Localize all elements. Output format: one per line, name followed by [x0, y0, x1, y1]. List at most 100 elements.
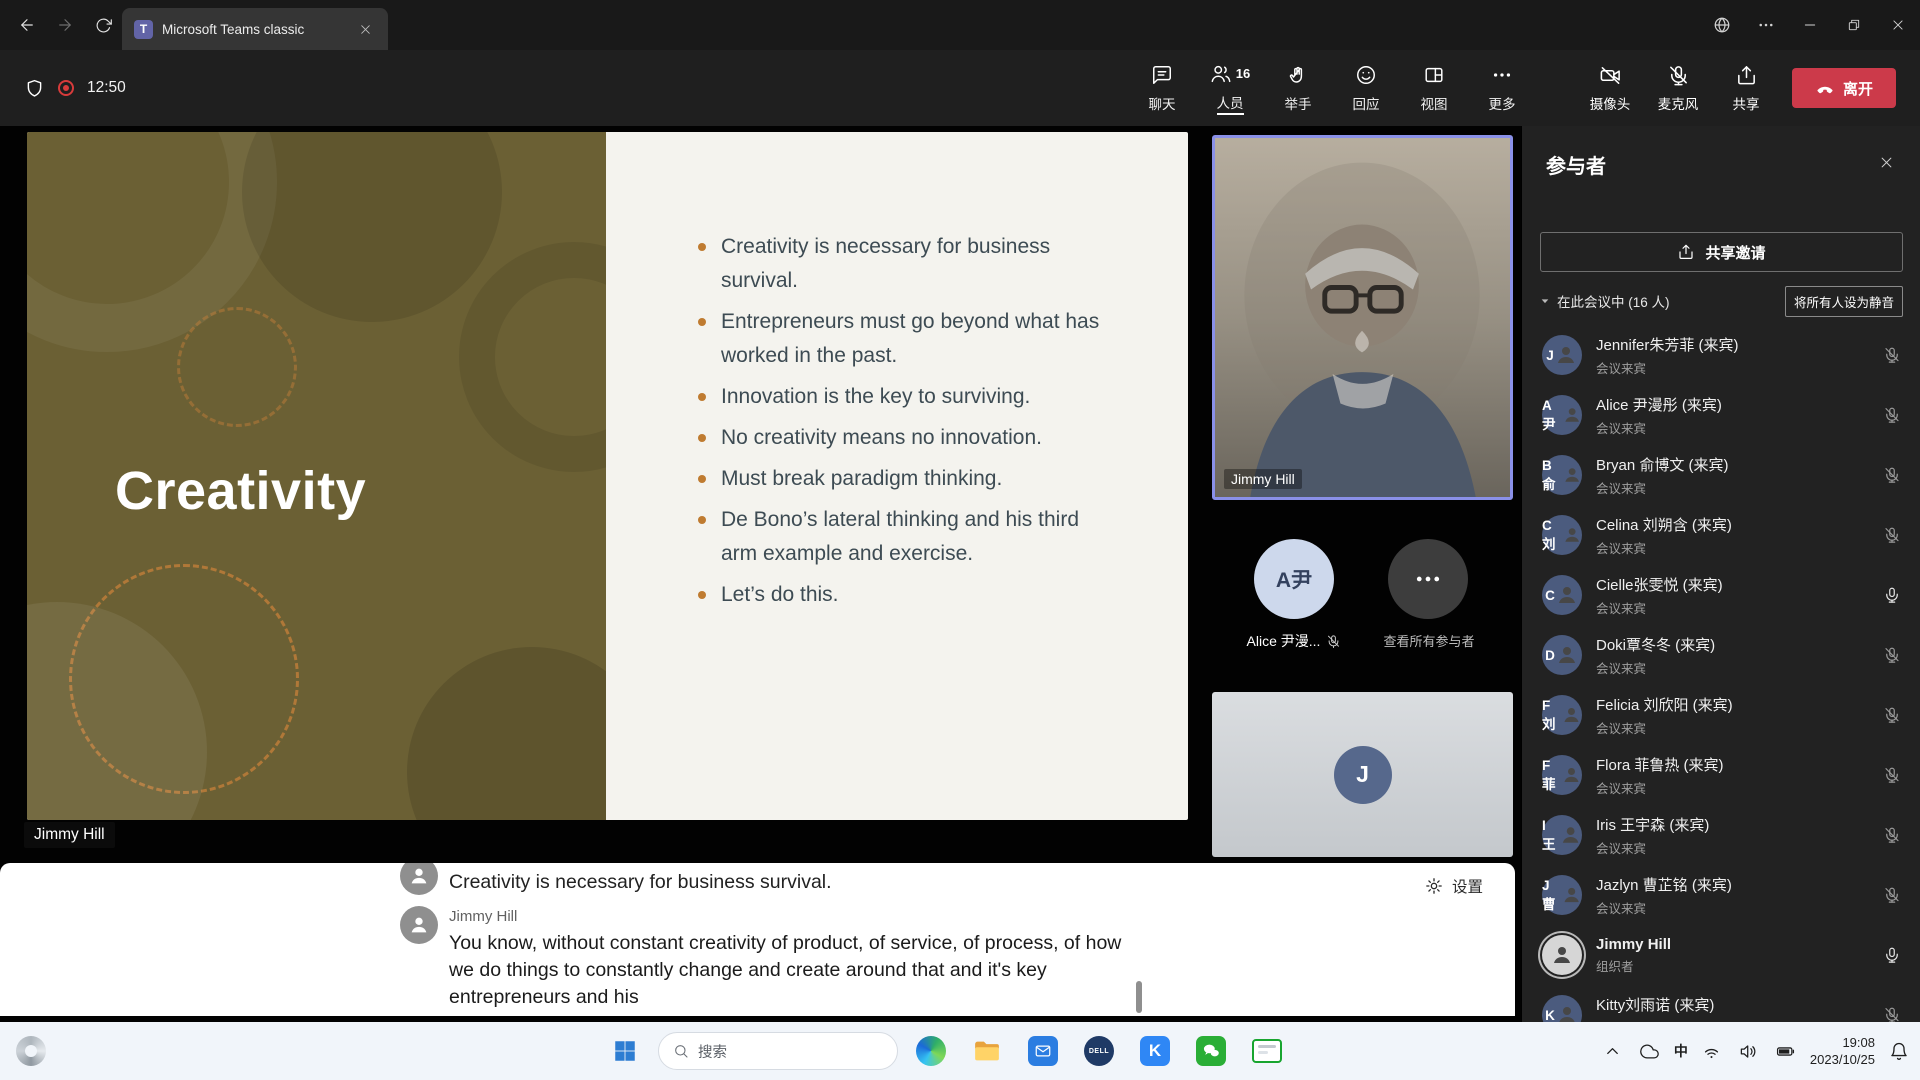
participant-row[interactable]: B俞 Bryan 俞博文 (来宾) 会议来宾	[1522, 445, 1920, 505]
tray-clock[interactable]: 19:08 2023/10/25	[1810, 1034, 1875, 1068]
caption-scrollbar[interactable]	[1136, 981, 1142, 1013]
participant-mic-icon[interactable]	[1883, 346, 1901, 364]
toolbar-devices: 摄像头 麦克风 共享 离开	[1578, 50, 1896, 126]
mic-toggle[interactable]: 麦克风	[1646, 50, 1710, 126]
share-button[interactable]: 共享	[1714, 50, 1778, 126]
participant-row[interactable]: F菲 Flora 菲鲁热 (来宾) 会议来宾	[1522, 745, 1920, 805]
toolbar-more[interactable]: 更多	[1468, 50, 1536, 126]
participant-avatar: F菲	[1542, 755, 1582, 795]
wifi-icon[interactable]	[1699, 1038, 1725, 1064]
more-menu-icon[interactable]	[1744, 0, 1788, 50]
participant-mic-icon[interactable]	[1883, 766, 1901, 784]
participant-mic-icon[interactable]	[1883, 406, 1901, 424]
close-icon[interactable]	[1876, 0, 1920, 50]
participant-row[interactable]: Jimmy Hill 组织者	[1522, 925, 1920, 985]
participant-mic-icon[interactable]	[1883, 526, 1901, 544]
notification-bell-icon[interactable]	[1886, 1038, 1912, 1064]
taskbar-search[interactable]: 搜索	[658, 1032, 898, 1070]
slide-accent-panel: Creativity	[27, 132, 606, 820]
toolbar-view[interactable]: 视图	[1400, 50, 1468, 126]
shield-icon	[24, 78, 45, 99]
live-captions-panel: Creativity is necessary for business sur…	[0, 863, 1515, 1016]
participant-role: 会议来宾	[1596, 658, 1715, 677]
participant-avatar	[1542, 935, 1582, 975]
participant-row[interactable]: F刘 Felicia 刘欣阳 (来宾) 会议来宾	[1522, 685, 1920, 745]
audio-participants-row: A尹 Alice 尹漫... 查看所有参与者	[1212, 539, 1513, 664]
participants-panel: 参与者 共享邀请 在此会议中 (16 人) 将所有人设为静音 J Jennife	[1521, 126, 1920, 1022]
corner-widget-icon[interactable]	[16, 1036, 46, 1066]
tray-date: 2023/10/25	[1810, 1051, 1875, 1068]
person-icon	[1562, 403, 1582, 427]
slide-bullet: Creativity is necessary for business sur…	[694, 230, 1118, 298]
participant-name: Felicia 刘欣阳 (来宾)	[1596, 694, 1733, 715]
hidden-icons-chevron[interactable]	[1600, 1038, 1626, 1064]
onedrive-cloud-icon[interactable]	[1637, 1038, 1663, 1064]
person-icon	[1562, 523, 1582, 547]
file-explorer-icon[interactable]	[964, 1028, 1010, 1074]
participant-mic-icon[interactable]	[1883, 946, 1901, 964]
participant-mic-icon[interactable]	[1883, 886, 1901, 904]
participant-row[interactable]: A尹 Alice 尹漫彤 (来宾) 会议来宾	[1522, 385, 1920, 445]
participant-avatar: J	[1542, 335, 1582, 375]
person-icon	[1555, 643, 1579, 667]
caption-settings-button[interactable]: 设置	[1424, 875, 1483, 897]
video-tile-jennifer[interactable]: J	[1212, 692, 1513, 857]
leave-button[interactable]: 离开	[1792, 68, 1896, 108]
in-meeting-section: 在此会议中 (16 人) 将所有人设为静音	[1540, 286, 1903, 316]
back-icon[interactable]	[8, 7, 46, 43]
share-invite-button[interactable]: 共享邀请	[1540, 232, 1903, 272]
participant-mic-icon[interactable]	[1883, 586, 1901, 604]
participant-name: Flora 菲鲁热 (来宾)	[1596, 754, 1724, 775]
minimize-icon[interactable]	[1788, 0, 1832, 50]
forward-icon[interactable]	[46, 7, 84, 43]
participant-row[interactable]: K Kitty刘雨诺 (来宾) 会议来宾	[1522, 985, 1920, 1022]
edge-browser-icon[interactable]	[908, 1028, 954, 1074]
wechat-app-icon[interactable]	[1188, 1028, 1234, 1074]
participant-avatar: D	[1542, 635, 1582, 675]
participant-row[interactable]: J曹 Jazlyn 曹芷铭 (来宾) 会议来宾	[1522, 865, 1920, 925]
person-icon	[1550, 943, 1574, 967]
participant-row[interactable]: D Doki覃冬冬 (来宾) 会议来宾	[1522, 625, 1920, 685]
participant-name: Doki覃冬冬 (来宾)	[1596, 634, 1715, 655]
restore-icon[interactable]	[1832, 0, 1876, 50]
participant-avatar: J曹	[1542, 875, 1582, 915]
battery-icon[interactable]	[1773, 1038, 1799, 1064]
k-app-icon[interactable]: K	[1132, 1028, 1178, 1074]
participant-row[interactable]: I王 Iris 王宇森 (来宾) 会议来宾	[1522, 805, 1920, 865]
participant-row[interactable]: J Jennifer朱芳菲 (来宾) 会议来宾	[1522, 325, 1920, 385]
toolbar-raise-hand[interactable]: 举手	[1264, 50, 1332, 126]
video-tile-jimmy[interactable]: Jimmy Hill	[1212, 135, 1513, 500]
chevron-down-icon[interactable]	[1540, 296, 1550, 306]
toolbar-react[interactable]: 回应	[1332, 50, 1400, 126]
participant-mic-icon[interactable]	[1883, 646, 1901, 664]
ime-indicator[interactable]: 中	[1674, 1041, 1688, 1061]
avatar-alice-label: Alice 尹漫...	[1218, 631, 1370, 651]
view-all-participants-label: 查看所有参与者	[1353, 631, 1505, 650]
dell-app-icon[interactable]: DELL	[1076, 1028, 1122, 1074]
browser-tab[interactable]: T Microsoft Teams classic	[122, 8, 388, 50]
globe-icon[interactable]	[1700, 0, 1744, 50]
participant-mic-icon[interactable]	[1883, 706, 1901, 724]
camera-toggle[interactable]: 摄像头	[1578, 50, 1642, 126]
participant-mic-icon[interactable]	[1883, 826, 1901, 844]
panel-close-icon[interactable]	[1872, 148, 1900, 176]
toolbar-chat[interactable]: 聊天	[1128, 50, 1196, 126]
screen-share-app-icon[interactable]	[1244, 1028, 1290, 1074]
tab-close-icon[interactable]	[354, 18, 376, 40]
participant-row[interactable]: C Cielle张雯悦 (来宾) 会议来宾	[1522, 565, 1920, 625]
refresh-icon[interactable]	[84, 7, 122, 43]
view-all-participants-button[interactable]	[1388, 539, 1468, 619]
toolbar-people[interactable]: 16 人员	[1196, 50, 1264, 126]
participant-mic-icon[interactable]	[1883, 466, 1901, 484]
mail-app-icon[interactable]	[1020, 1028, 1066, 1074]
smiley-icon	[1355, 64, 1377, 86]
participant-name: Iris 王宇森 (来宾)	[1596, 814, 1709, 835]
participant-list: J Jennifer朱芳菲 (来宾) 会议来宾 A尹	[1522, 325, 1920, 1022]
participant-mic-icon[interactable]	[1883, 1006, 1901, 1022]
start-button[interactable]	[602, 1028, 648, 1074]
volume-icon[interactable]	[1736, 1038, 1762, 1064]
camera-off-icon	[1599, 64, 1622, 87]
mute-all-button[interactable]: 将所有人设为静音	[1785, 286, 1903, 317]
avatar-alice[interactable]: A尹	[1254, 539, 1334, 619]
participant-row[interactable]: C刘 Celina 刘朔含 (来宾) 会议来宾	[1522, 505, 1920, 565]
